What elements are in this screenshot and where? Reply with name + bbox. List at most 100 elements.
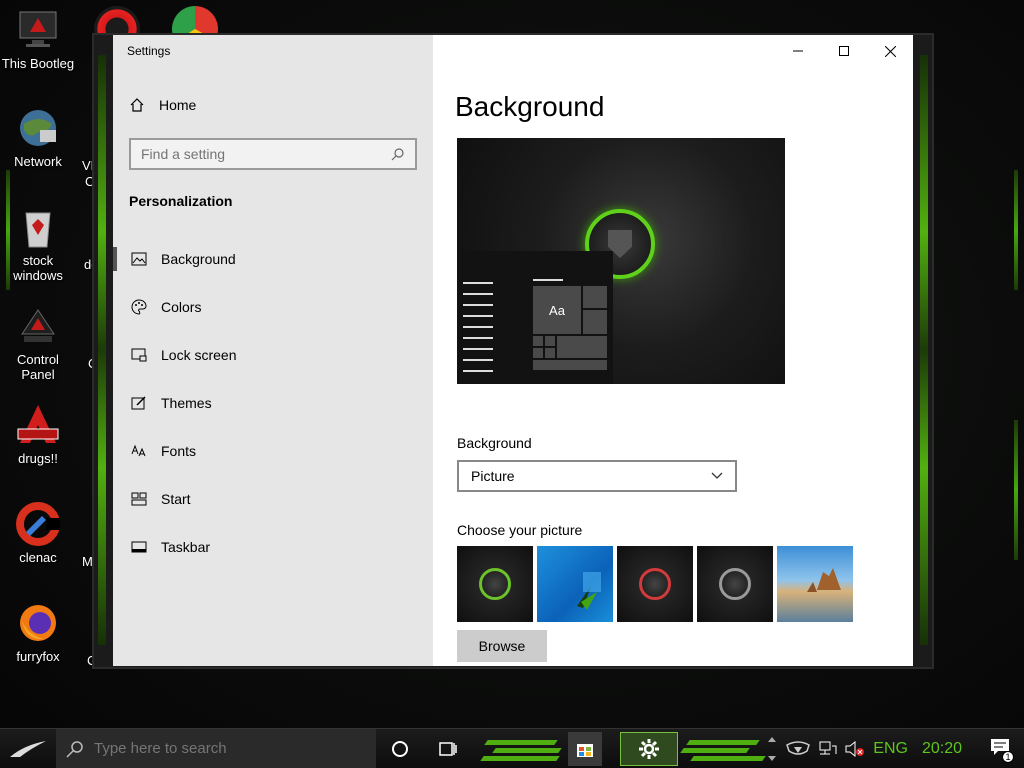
- thumbnail-grey-logo[interactable]: [697, 546, 773, 622]
- preview-tiles: Aa: [533, 286, 609, 372]
- nav-item-label: Themes: [161, 395, 212, 411]
- chevron-down-icon: [711, 472, 723, 479]
- cortana-button[interactable]: [376, 729, 424, 768]
- acrobat-icon: [16, 403, 60, 447]
- control-panel-icon: [16, 304, 60, 348]
- taskbar-search[interactable]: [56, 728, 376, 768]
- thumbnail-art: [807, 568, 841, 592]
- thumbnail-logo: [719, 568, 751, 600]
- desktop-icon-label: Panel: [21, 367, 55, 382]
- nav-item-lock-screen[interactable]: Lock screen: [113, 331, 433, 379]
- settings-window: Settings Home Personalization Background…: [113, 35, 913, 666]
- cortana-icon: [392, 740, 408, 757]
- window-title: Settings: [127, 44, 171, 58]
- nav-list: Background Colors Lock screen Themes Fon…: [113, 235, 433, 571]
- close-icon: [884, 45, 896, 57]
- palette-icon: [131, 299, 147, 315]
- section-heading: Personalization: [129, 193, 233, 209]
- preview-tile: [533, 360, 607, 370]
- nav-item-background[interactable]: Background: [113, 235, 433, 283]
- find-setting-input[interactable]: [141, 146, 381, 162]
- thumbnail-red-logo[interactable]: [617, 546, 693, 622]
- network-status-icon[interactable]: [819, 741, 837, 757]
- preview-tile-header: [533, 279, 563, 281]
- taskbar-icon: [131, 539, 147, 555]
- taskbar-settings-app[interactable]: [620, 731, 678, 766]
- nav-item-label: Background: [161, 251, 236, 267]
- home-link[interactable]: Home: [129, 97, 196, 113]
- nav-item-label: Taskbar: [161, 539, 211, 555]
- lock-screen-icon: [131, 347, 147, 363]
- action-center-button[interactable]: 1: [990, 738, 1014, 763]
- background-type-dropdown[interactable]: Picture: [457, 460, 737, 492]
- clock[interactable]: 20:20: [922, 740, 962, 758]
- minimize-button[interactable]: [775, 35, 821, 67]
- preview-tile: [583, 286, 607, 308]
- frame-rail-right: [920, 55, 928, 645]
- preview-start-menu: Aa: [457, 251, 613, 384]
- start-icon: [131, 491, 147, 507]
- taskbar-decoration: [472, 734, 568, 764]
- desktop-icon-stock-windows[interactable]: stock windows: [0, 205, 76, 283]
- preview-tile: [545, 348, 555, 358]
- thumbnail-logo: [639, 568, 671, 600]
- taskbar-search-input[interactable]: [94, 740, 354, 757]
- preview-aa-tile: Aa: [533, 286, 581, 334]
- settings-nav-pane: Settings Home Personalization Background…: [113, 35, 433, 666]
- nav-item-themes[interactable]: Themes: [113, 379, 433, 427]
- thumbnail-green-logo[interactable]: [457, 546, 533, 622]
- picture-icon: [131, 251, 147, 267]
- desktop-icon-label: drugs!!: [18, 451, 58, 466]
- desktop-icon-network[interactable]: Network: [0, 106, 76, 169]
- language-indicator[interactable]: ENG: [873, 740, 908, 758]
- gear-icon: [639, 738, 659, 759]
- tray-scroll-icon[interactable]: [767, 734, 777, 764]
- store-icon: [577, 743, 593, 757]
- desktop-icon-label: windows: [13, 268, 63, 283]
- desktop-icon-label: furryfox: [16, 649, 60, 664]
- home-label: Home: [159, 97, 197, 113]
- background-type-label: Background: [457, 435, 532, 451]
- task-view-icon: [439, 741, 457, 756]
- desktop-icon-this-bootleg[interactable]: This Bootleg: [0, 8, 76, 71]
- preview-tile: [533, 348, 543, 358]
- choose-picture-label: Choose your picture: [457, 522, 583, 538]
- desktop-icon-control-panel[interactable]: Control Panel: [0, 304, 76, 382]
- maximize-icon: [839, 46, 849, 56]
- desktop-icon-drugs[interactable]: drugs!!: [0, 403, 76, 466]
- browse-button[interactable]: Browse: [457, 630, 547, 662]
- desktop-icon-clenac[interactable]: clenac: [0, 502, 76, 565]
- search-icon: [66, 740, 83, 758]
- thumbnail-blue-windows[interactable]: [537, 546, 613, 622]
- thumbnail-beach[interactable]: [777, 546, 853, 622]
- notification-count-badge: 1: [1002, 750, 1014, 763]
- rog-tray-icon[interactable]: [785, 739, 811, 759]
- network-icon: [16, 106, 60, 150]
- nav-item-taskbar[interactable]: Taskbar: [113, 523, 433, 571]
- maximize-button[interactable]: [821, 35, 867, 67]
- themes-icon: [131, 395, 147, 411]
- preview-tile: [545, 336, 555, 346]
- nav-item-colors[interactable]: Colors: [113, 283, 433, 331]
- nav-item-start[interactable]: Start: [113, 475, 433, 523]
- nav-item-label: Start: [161, 491, 191, 507]
- recycle-bin-icon: [16, 205, 60, 249]
- task-view-button[interactable]: [424, 729, 472, 768]
- preview-tile: [557, 336, 607, 358]
- volume-muted-icon[interactable]: [845, 741, 865, 757]
- taskbar: ENG 20:20 1: [0, 728, 1024, 768]
- desktop-icon-label: stock: [22, 253, 54, 268]
- home-icon: [130, 98, 144, 112]
- start-logo-icon: [10, 740, 46, 757]
- system-tray: ENG 20:20 1: [767, 729, 1024, 768]
- taskbar-app-store[interactable]: [568, 731, 602, 766]
- preview-tile: [533, 336, 543, 346]
- frame-rail-left: [98, 55, 106, 645]
- close-button[interactable]: [867, 35, 913, 67]
- page-title: Background: [455, 91, 605, 122]
- start-button[interactable]: [0, 729, 56, 768]
- picture-thumbnails: [457, 546, 853, 622]
- nav-item-fonts[interactable]: Fonts: [113, 427, 433, 475]
- find-setting-box[interactable]: [129, 138, 417, 170]
- desktop-icon-furryfox[interactable]: furryfox: [0, 601, 76, 664]
